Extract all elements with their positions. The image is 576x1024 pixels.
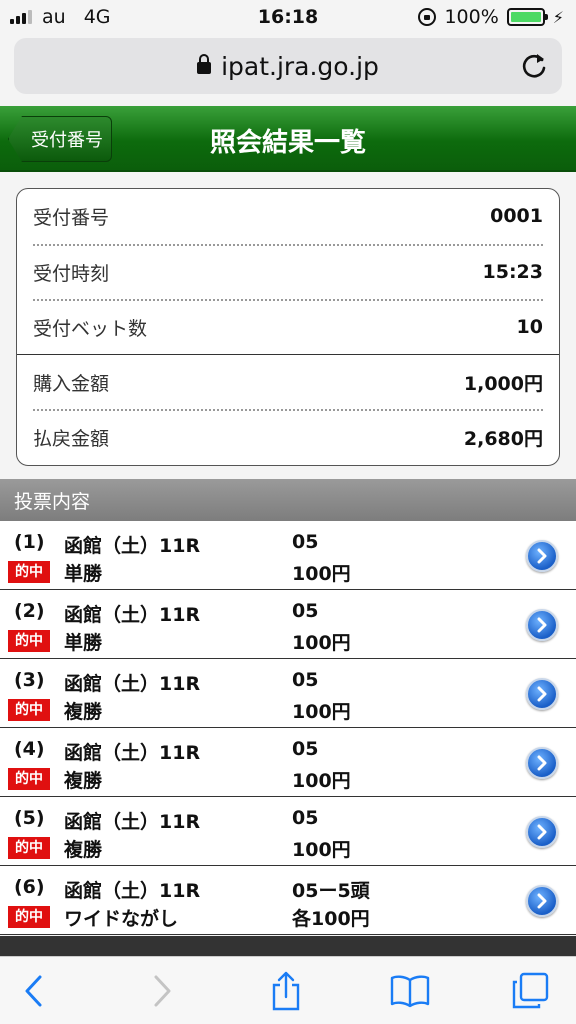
bet-amount: 100円 [292, 839, 351, 861]
bet-number: (2) [14, 600, 45, 622]
hit-badge: 的中 [8, 630, 50, 652]
address-bar[interactable]: ipat.jra.go.jp [14, 38, 562, 94]
chevron-right-icon[interactable] [526, 609, 558, 641]
bet-list: (1) 函館（土）11R 05 的中 単勝 100円 (2) 函館（土）11R … [0, 521, 576, 935]
hit-badge: 的中 [8, 837, 50, 859]
summary-row: 受付ベット数 10 [33, 300, 543, 354]
summary-value: 15:23 [482, 261, 543, 283]
summary-label: 受付番号 [33, 206, 110, 229]
bet-venue: 函館（土）11R [64, 880, 201, 902]
charging-icon: ⚡ [552, 7, 564, 27]
bet-row[interactable]: (4) 函館（土）11R 05 的中 複勝 100円 [0, 728, 576, 797]
summary-card: 受付番号 0001 受付時刻 15:23 受付ベット数 10 購入金額 1,000円 払… [16, 188, 560, 466]
bet-type: 複勝 [64, 839, 103, 861]
bet-amount: 100円 [292, 632, 351, 654]
battery-icon [506, 8, 548, 26]
bet-amount: 各100円 [292, 908, 370, 930]
bet-combination: 05 [292, 600, 319, 622]
bet-type: 単勝 [64, 632, 103, 654]
bet-number: (3) [14, 669, 45, 691]
bet-venue: 函館（土）11R [64, 535, 201, 557]
bet-row[interactable]: (3) 函館（土）11R 05 的中 複勝 100円 [0, 659, 576, 728]
bet-combination: 05ー5頭 [292, 880, 370, 902]
status-bar: au 4G 16:18 100% ⚡ [0, 0, 576, 36]
bet-venue: 函館（土）11R [64, 673, 201, 695]
summary-row: 払戻金額 2,680円 [33, 410, 543, 464]
bet-venue: 函館（土）11R [64, 604, 201, 626]
bet-number: (4) [14, 738, 45, 760]
forward-arrow-icon[interactable] [142, 971, 182, 1011]
share-icon[interactable] [266, 971, 306, 1011]
hit-badge: 的中 [8, 699, 50, 721]
bet-amount: 100円 [292, 701, 351, 723]
hit-badge: 的中 [8, 768, 50, 790]
summary-row: 受付時刻 15:23 [33, 245, 543, 299]
chevron-right-icon[interactable] [526, 885, 558, 917]
bookmarks-icon[interactable] [390, 971, 430, 1011]
bet-type: 複勝 [64, 770, 103, 792]
summary-label: 購入金額 [33, 372, 110, 395]
summary-label: 受付時刻 [33, 262, 110, 285]
chevron-right-icon[interactable] [526, 678, 558, 710]
page-header: 受付番号 照会結果一覧 [0, 106, 576, 172]
chevron-right-icon[interactable] [526, 747, 558, 779]
bet-number: (5) [14, 807, 45, 829]
summary-value: 0001 [490, 205, 543, 227]
bet-type: 複勝 [64, 701, 103, 723]
battery-percent: 100% [444, 6, 499, 28]
bet-type: ワイドながし [64, 908, 179, 930]
page-title: 照会結果一覧 [209, 128, 366, 158]
bet-venue: 函館（土）11R [64, 811, 201, 833]
chevron-right-icon[interactable] [526, 540, 558, 572]
bet-number: (6) [14, 876, 45, 898]
bet-combination: 05 [292, 531, 319, 553]
bet-amount: 100円 [292, 770, 351, 792]
summary-value: 1,000円 [463, 372, 543, 395]
bet-combination: 05 [292, 738, 319, 760]
tabs-icon[interactable] [510, 971, 550, 1011]
summary-row: 受付番号 0001 [33, 189, 543, 243]
bet-combination: 05 [292, 669, 319, 691]
url-text: ipat.jra.go.jp [221, 52, 379, 81]
bet-row[interactable]: (1) 函館（土）11R 05 的中 単勝 100円 [0, 521, 576, 590]
browser-toolbar [0, 956, 576, 1024]
hit-badge: 的中 [8, 906, 50, 928]
summary-row: 購入金額 1,000円 [33, 355, 543, 409]
back-arrow-icon[interactable] [14, 971, 54, 1011]
chevron-right-icon[interactable] [526, 816, 558, 848]
section-header: 投票内容 [0, 479, 576, 521]
reload-icon[interactable] [520, 50, 548, 80]
bet-row[interactable]: (5) 函館（土）11R 05 的中 複勝 100円 [0, 797, 576, 866]
bet-row[interactable]: (6) 函館（土）11R 05ー5頭 的中 ワイドながし 各100円 [0, 866, 576, 935]
page-footer-strip [0, 936, 576, 956]
summary-value: 2,680円 [463, 427, 543, 450]
padlock-icon [197, 54, 212, 74]
summary-value: 10 [516, 316, 543, 338]
bet-number: (1) [14, 531, 45, 553]
summary-label: 払戻金額 [33, 427, 110, 450]
hit-badge: 的中 [8, 561, 50, 583]
orientation-lock-icon [418, 8, 437, 26]
bet-combination: 05 [292, 807, 319, 829]
bet-type: 単勝 [64, 563, 103, 585]
bet-amount: 100円 [292, 563, 351, 585]
bet-venue: 函館（土）11R [64, 742, 201, 764]
summary-label: 受付ベット数 [33, 317, 148, 340]
bet-row[interactable]: (2) 函館（土）11R 05 的中 単勝 100円 [0, 590, 576, 659]
